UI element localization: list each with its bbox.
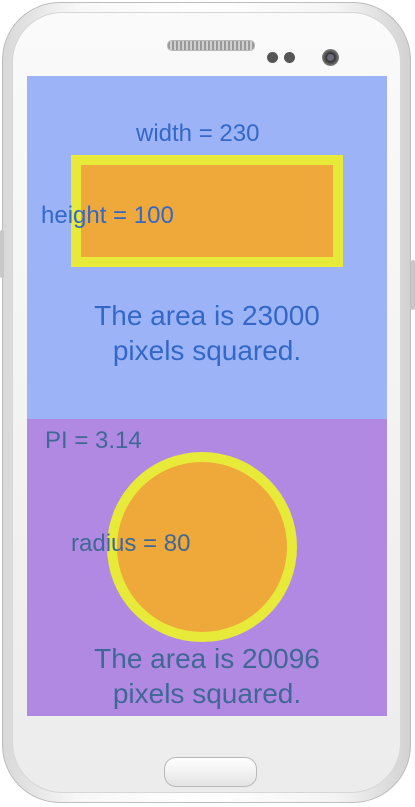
radius-label: radius = 80 bbox=[71, 530, 191, 557]
volume-button[interactable] bbox=[0, 230, 4, 278]
proximity-sensor-icon bbox=[267, 52, 278, 63]
home-button[interactable] bbox=[164, 757, 257, 787]
circle-area-line-2: pixels squared. bbox=[112, 678, 302, 709]
height-label: height = 100 bbox=[41, 202, 174, 229]
rectangle-area-line-1: The area is 23000 bbox=[94, 300, 320, 331]
power-button[interactable] bbox=[411, 260, 415, 310]
earpiece-speaker bbox=[167, 40, 255, 51]
app-screen: width = 230 height = 100 The area is 230… bbox=[27, 76, 387, 716]
front-camera-icon bbox=[322, 49, 339, 66]
circle-area-line-1: The area is 20096 bbox=[94, 643, 320, 674]
light-sensor-icon bbox=[284, 52, 295, 63]
rectangle-area-line-2: pixels squared. bbox=[112, 335, 302, 366]
width-label: width = 230 bbox=[136, 120, 260, 147]
pi-label: PI = 3.14 bbox=[45, 427, 142, 454]
